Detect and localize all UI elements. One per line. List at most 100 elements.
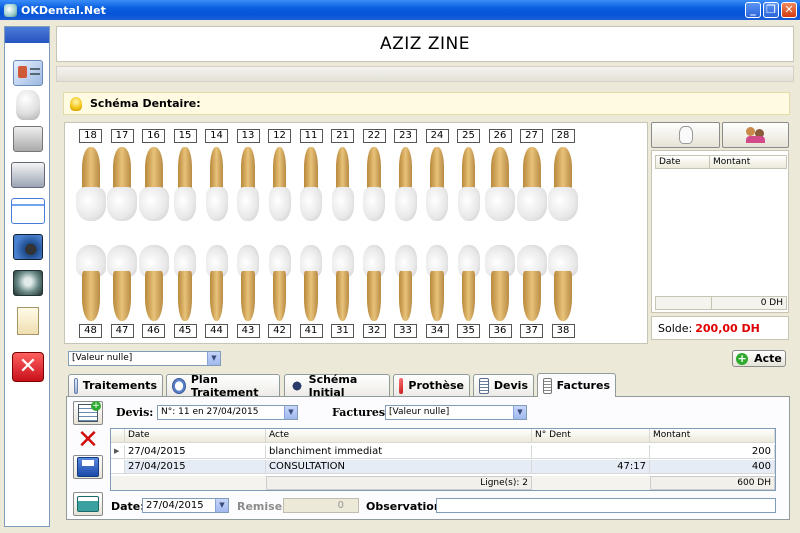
delete-invoice-button[interactable]: ✕: [73, 427, 103, 453]
tooth-number-16[interactable]: 16: [142, 129, 165, 143]
tooth-46[interactable]: [138, 245, 169, 321]
tooth-chart-button[interactable]: [10, 89, 46, 121]
calendar-button[interactable]: [10, 195, 46, 227]
tooth-number-18[interactable]: 18: [79, 129, 102, 143]
tooth-44[interactable]: [205, 245, 228, 321]
cell-acte[interactable]: CONSULTATION: [266, 460, 532, 474]
tooth-number-15[interactable]: 15: [173, 129, 197, 143]
tooth-number-22[interactable]: 22: [362, 129, 386, 143]
tooth-number-14[interactable]: 14: [205, 129, 228, 143]
tooth-33[interactable]: [394, 245, 417, 321]
tooth-number-25[interactable]: 25: [457, 129, 480, 143]
tooth-number-11[interactable]: 11: [299, 129, 323, 143]
tooth-number-46[interactable]: 46: [142, 324, 165, 338]
tooth-12[interactable]: [268, 147, 291, 221]
acte-select[interactable]: [Valeur nulle] ▼: [68, 351, 221, 366]
tooth-number-45[interactable]: 45: [173, 324, 197, 338]
tooth-47[interactable]: [107, 245, 137, 321]
cell-montant[interactable]: 200: [650, 445, 775, 459]
tooth-number-24[interactable]: 24: [425, 129, 449, 143]
dental-chart[interactable]: 18 17 16 15 14 13 12 11 21 22 23 24 25 26 27 28 48 47 46 45…: [64, 122, 648, 344]
date-picker[interactable]: 27/04/2015 ▼: [142, 498, 229, 513]
tooth-number-47[interactable]: 47: [110, 324, 134, 338]
tooth-48[interactable]: [75, 245, 106, 321]
tooth-number-36[interactable]: 36: [488, 324, 512, 338]
tooth-number-17[interactable]: 17: [110, 129, 134, 143]
col-montant[interactable]: Montant: [710, 156, 786, 168]
tooth-number-44[interactable]: 44: [205, 324, 228, 338]
tooth-43[interactable]: [237, 245, 259, 321]
chevron-down-icon[interactable]: ▼: [207, 352, 220, 365]
tooth-27[interactable]: [516, 147, 547, 221]
tooth-number-37[interactable]: 37: [520, 324, 543, 338]
cell-dent[interactable]: 47:17: [532, 460, 650, 474]
tooth-number-33[interactable]: 33: [394, 324, 417, 338]
save-invoice-button[interactable]: [73, 455, 103, 479]
tooth-16[interactable]: [138, 147, 169, 221]
col-date[interactable]: Date: [125, 429, 266, 443]
tooth-25[interactable]: [457, 147, 480, 221]
tooth-15[interactable]: [174, 147, 196, 221]
tooth-number-21[interactable]: 21: [331, 129, 354, 143]
tooth-number-27[interactable]: 27: [520, 129, 543, 143]
col-montant[interactable]: Montant: [650, 429, 775, 443]
tooth-14[interactable]: [205, 147, 228, 221]
tooth-number-35[interactable]: 35: [457, 324, 480, 338]
tooth-number-23[interactable]: 23: [394, 129, 417, 143]
table-row[interactable]: ▶ 27/04/2015 blanchiment immediat 200: [111, 445, 775, 459]
close-window-button[interactable]: ✕: [781, 2, 797, 18]
cell-dent[interactable]: [532, 445, 650, 459]
tab-plan-traitement[interactable]: Plan Traitement: [166, 373, 280, 399]
tooth-number-32[interactable]: 32: [362, 324, 386, 338]
tooth-23[interactable]: [394, 147, 417, 221]
minimize-button[interactable]: _: [745, 2, 761, 18]
chevron-down-icon[interactable]: ▼: [215, 499, 228, 512]
tooth-35[interactable]: [457, 245, 480, 321]
tooth-number-12[interactable]: 12: [268, 129, 291, 143]
camera-button[interactable]: [10, 231, 46, 263]
tab-schema-initial[interactable]: Schéma Initial: [284, 373, 390, 399]
cabinet-button[interactable]: [10, 123, 46, 155]
cell-date[interactable]: 27/04/2015: [125, 460, 266, 474]
tooth-26[interactable]: [485, 147, 515, 221]
observation-input[interactable]: [436, 498, 776, 513]
tooth-number-48[interactable]: 48: [79, 324, 102, 338]
tooth-number-38[interactable]: 38: [551, 324, 575, 338]
tooth-18[interactable]: [75, 147, 106, 221]
cell-date[interactable]: 27/04/2015: [125, 445, 266, 459]
tooth-37[interactable]: [516, 245, 547, 321]
tooth-number-41[interactable]: 41: [299, 324, 323, 338]
maximize-button[interactable]: ❐: [763, 2, 779, 18]
add-acte-button[interactable]: + Acte: [732, 350, 786, 367]
tooth-number-26[interactable]: 26: [488, 129, 512, 143]
tooth-17[interactable]: [107, 147, 137, 221]
factures-select[interactable]: [Valeur nulle] ▼: [385, 405, 527, 420]
tooth-22[interactable]: [363, 147, 385, 221]
tooth-36[interactable]: [485, 245, 515, 321]
tooth-21[interactable]: [331, 147, 354, 221]
table-row[interactable]: 27/04/2015 CONSULTATION 47:17 400: [111, 460, 775, 474]
cash-register-button[interactable]: [10, 159, 46, 191]
tab-prothese[interactable]: Prothèse: [393, 374, 470, 396]
tooth-34[interactable]: [426, 245, 448, 321]
tooth-11[interactable]: [300, 147, 322, 221]
tooth-number-28[interactable]: 28: [551, 129, 575, 143]
exit-button[interactable]: ✕: [10, 351, 46, 383]
new-invoice-button[interactable]: +: [73, 401, 103, 425]
patient-card-button[interactable]: [10, 57, 46, 89]
tooth-28[interactable]: [548, 147, 578, 221]
tab-traitements[interactable]: Traitements: [68, 374, 163, 396]
col-n-dent[interactable]: N° Dent: [532, 429, 650, 443]
tooth-number-43[interactable]: 43: [236, 324, 260, 338]
tooth-24[interactable]: [426, 147, 448, 221]
cell-acte[interactable]: blanchiment immediat: [266, 445, 532, 459]
chevron-down-icon[interactable]: ▼: [284, 406, 297, 419]
col-acte[interactable]: Acte: [266, 429, 532, 443]
tooth-42[interactable]: [268, 245, 291, 321]
tooth-13[interactable]: [237, 147, 259, 221]
tooth-number-34[interactable]: 34: [425, 324, 449, 338]
title-bar[interactable]: OKDental.Net _ ❐ ✕: [0, 0, 800, 20]
tab-factures[interactable]: Factures: [537, 373, 616, 397]
tooth-view-button[interactable]: [651, 122, 720, 148]
tooth-number-13[interactable]: 13: [236, 129, 260, 143]
